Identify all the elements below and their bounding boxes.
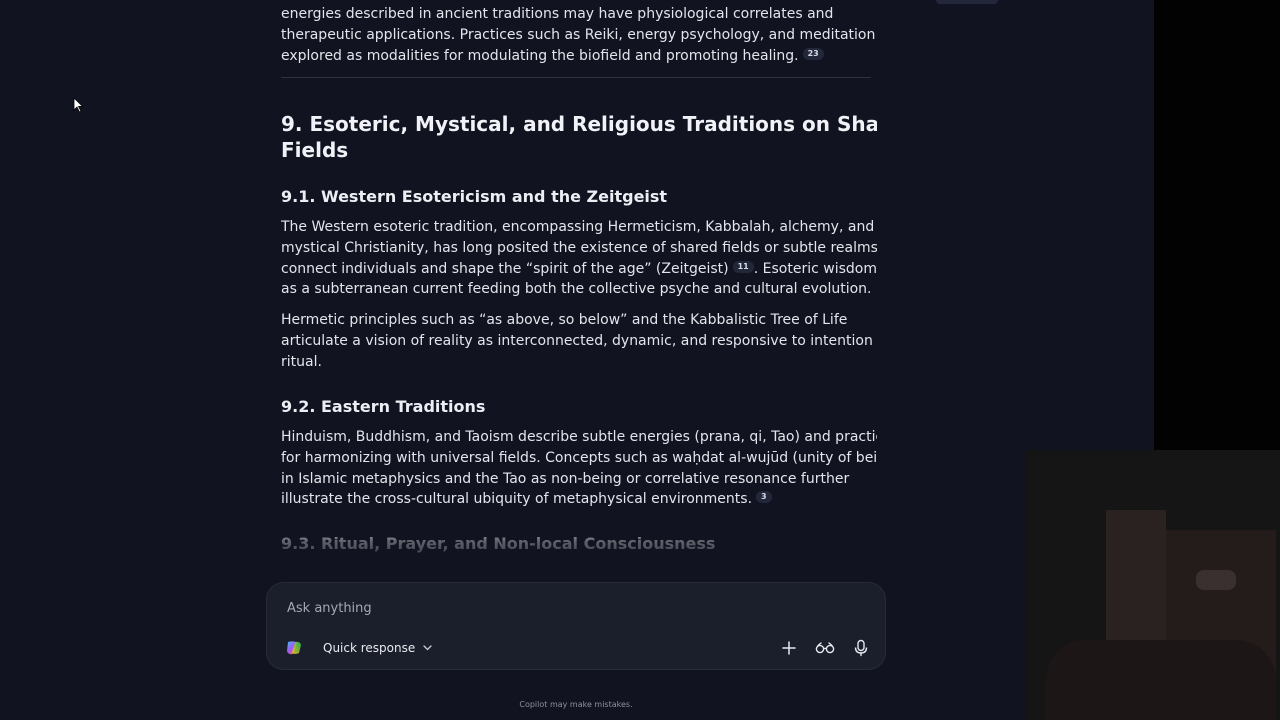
chevron-down-icon — [423, 645, 432, 651]
text-line: The Western esoteric tradition, encompas… — [281, 219, 875, 235]
scroll-handle[interactable] — [936, 0, 998, 4]
glasses-icon — [815, 642, 835, 654]
text-line: articulate a vision of reality as interc… — [281, 332, 877, 349]
text-line: illustrate the cross-cultural ubiquity o… — [281, 489, 877, 510]
plus-icon — [782, 641, 796, 655]
copilot-logo-icon — [287, 641, 301, 655]
add-attachment-button[interactable] — [777, 636, 801, 660]
citation-badge[interactable]: 23 — [802, 47, 824, 60]
text-fragment: explored as modalities for modulating th… — [281, 47, 799, 64]
side-panel — [1154, 0, 1280, 450]
citation-badge[interactable]: 3 — [756, 491, 772, 504]
section-heading: 9. Esoteric, Mystical, and Religious Tra… — [281, 111, 877, 163]
heading-line: 9. Esoteric, Mystical, and Religious Tra… — [281, 112, 877, 136]
paragraph: Hermetic principles such as “as above, s… — [281, 310, 877, 372]
microphone-icon — [854, 639, 868, 657]
text-line: Hermetic principles such as “as above, s… — [281, 312, 848, 328]
text-fragment: illustrate the cross-cultural ubiquity o… — [281, 491, 753, 508]
text-fragment: . Esoteric wisdom acts — [753, 260, 877, 277]
text-line: in Islamic metaphysics and the Tao as no… — [281, 470, 850, 487]
chat-composer: Quick response — [266, 582, 886, 670]
citation-badge[interactable]: 11 — [732, 260, 754, 273]
text-line: therapeutic applications. Practices such… — [281, 26, 877, 43]
mouse-cursor-icon — [73, 97, 83, 113]
paragraph: The Western esoteric tradition, encompas… — [281, 217, 877, 300]
text-line: for harmonizing with universal fields. C… — [281, 449, 877, 466]
subsection-heading: 9.3. Ritual, Prayer, and Non-local Consc… — [281, 534, 716, 553]
text-line: ritual. — [281, 353, 322, 370]
subsection-heading: 9.2. Eastern Traditions — [281, 397, 486, 416]
text-line: mystical Christianity, has long posited … — [281, 239, 877, 256]
copilot-app: energies described in ancient traditions… — [0, 0, 1280, 720]
text-line: explored as modalities for modulating th… — [281, 46, 877, 67]
disclaimer-text: Copilot may make mistakes. — [519, 700, 633, 709]
subsection-heading: 9.1. Western Esotericism and the Zeitgei… — [281, 187, 668, 206]
chat-input[interactable] — [287, 597, 847, 619]
response-mode-dropdown[interactable]: Quick response — [323, 638, 432, 658]
webcam-shadow — [1196, 570, 1236, 590]
section-divider — [281, 77, 871, 78]
text-line: energies described in ancient traditions… — [281, 6, 834, 22]
text-line: Hinduism, Buddhism, and Taoism describe … — [281, 429, 877, 445]
webcam-shadow — [1046, 640, 1276, 720]
voice-input-button[interactable] — [849, 636, 873, 660]
text-line: as a subterranean current feeding both t… — [281, 281, 872, 298]
intro-paragraph: energies described in ancient traditions… — [281, 4, 877, 66]
paragraph: Hinduism, Buddhism, and Taoism describe … — [281, 427, 877, 510]
chat-response: energies described in ancient traditions… — [281, 0, 877, 582]
response-mode-label: Quick response — [323, 641, 416, 655]
text-fragment: connect individuals and shape the “spiri… — [281, 260, 729, 277]
vision-button[interactable] — [813, 636, 837, 660]
text-line: connect individuals and shape the “spiri… — [281, 259, 877, 280]
heading-line: Fields — [281, 138, 349, 162]
webcam-overlay — [1026, 450, 1280, 720]
